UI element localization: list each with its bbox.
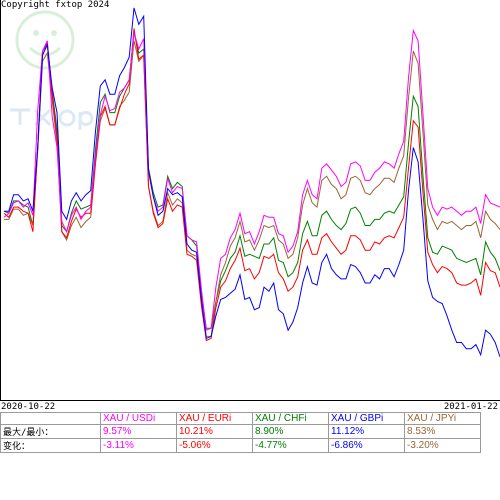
var-jpy: -3.20% bbox=[404, 438, 481, 453]
legend-name-jpy: XAU / JPYi bbox=[404, 412, 481, 425]
var-gbp: -6.86% bbox=[328, 438, 405, 453]
var-chf: -4.77% bbox=[252, 438, 329, 453]
watermark-logo bbox=[10, 10, 94, 130]
series-group bbox=[3, 7, 500, 358]
legend-name-eur: XAU / EURi bbox=[176, 412, 253, 425]
series-line-xau-euri bbox=[3, 28, 500, 342]
max-jpy: 8.53% bbox=[404, 424, 481, 439]
legend-header-row: XAU / USDi XAU / EURi XAU / CHFi XAU / G… bbox=[0, 412, 481, 425]
var-eur: -5.06% bbox=[176, 438, 253, 453]
max-gbp: 11.12% bbox=[328, 424, 405, 439]
legend-name-usd: XAU / USDi bbox=[100, 412, 177, 425]
legend-corner bbox=[0, 412, 101, 425]
legend-var-row: 变化： -3.11% -5.06% -4.77% -6.86% -3.20% bbox=[0, 438, 481, 453]
legend-table: XAU / USDi XAU / EURi XAU / CHFi XAU / G… bbox=[0, 412, 481, 453]
legend-max-row: 最大/最小： 9.57% 10.21% 8.90% 11.12% 8.53% bbox=[0, 424, 481, 439]
max-row-label: 最大/最小： bbox=[0, 424, 101, 439]
series-line-xau-gbpi bbox=[4, 7, 500, 358]
max-usd: 9.57% bbox=[100, 424, 177, 439]
x-tick-end: 2021-01-22 bbox=[443, 402, 498, 412]
legend-name-chf: XAU / CHFi bbox=[252, 412, 329, 425]
series-line-xau-chfi bbox=[3, 32, 500, 329]
legend-name-gbp: XAU / GBPi bbox=[328, 412, 405, 425]
max-chf: 8.90% bbox=[252, 424, 329, 439]
max-eur: 10.21% bbox=[176, 424, 253, 439]
series-line-xau-usdi bbox=[3, 28, 500, 331]
series-line-xau-jpyi bbox=[4, 40, 500, 337]
var-row-label: 变化： bbox=[0, 438, 101, 453]
x-tick-start: 2020-10-22 bbox=[1, 402, 56, 412]
var-usd: -3.11% bbox=[100, 438, 177, 453]
